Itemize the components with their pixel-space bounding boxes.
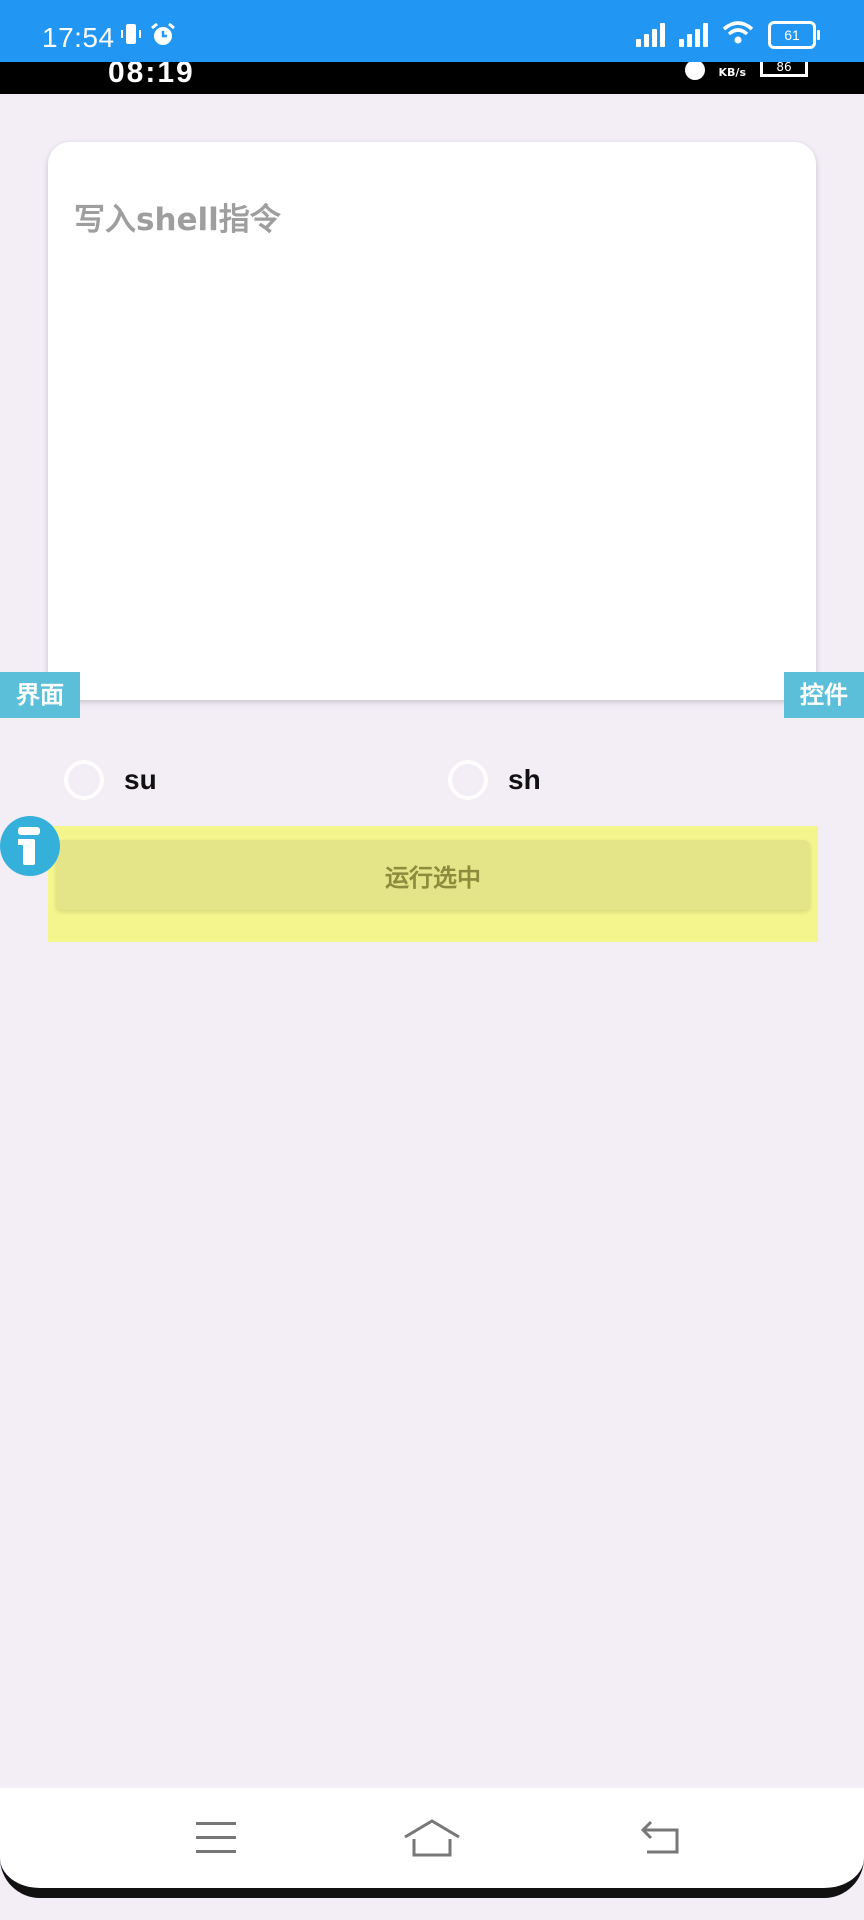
back-icon[interactable]	[630, 1810, 690, 1866]
battery-icon: 61	[768, 21, 820, 49]
radio-circle[interactable]	[64, 760, 104, 800]
run-button-highlight: 运行选中	[48, 826, 818, 942]
status-left-icons	[120, 22, 176, 52]
radio-circle[interactable]	[448, 760, 488, 800]
inner-status-time: 08:19	[108, 62, 195, 89]
radio-su[interactable]: su	[64, 760, 157, 800]
run-selected-button[interactable]: 运行选中	[56, 840, 810, 910]
status-right-icons: 61	[636, 20, 820, 50]
wifi-icon	[722, 20, 754, 50]
command-card	[48, 142, 816, 700]
inner-speed-unit: KB/s	[718, 66, 746, 79]
tab-interface[interactable]: 界面	[0, 672, 80, 718]
clock-icon	[684, 62, 705, 80]
navigation-bar	[0, 1788, 864, 1898]
home-icon[interactable]	[402, 1810, 462, 1866]
signal-icon	[636, 23, 665, 47]
shell-command-input[interactable]	[48, 142, 816, 700]
status-bar: 17:54 61	[0, 0, 864, 62]
signal-icon	[679, 23, 708, 47]
menu-icon[interactable]	[186, 1810, 246, 1866]
radio-sh[interactable]: sh	[448, 760, 541, 800]
radio-label: sh	[508, 764, 541, 795]
inner-status-bar: 08:19 KB/s 86	[0, 62, 864, 94]
inner-battery: 86	[760, 62, 808, 77]
alarm-icon	[150, 22, 176, 52]
vibrate-icon	[120, 22, 142, 52]
radio-label: su	[124, 764, 157, 795]
info-icon[interactable]	[0, 816, 60, 876]
tab-widgets[interactable]: 控件	[784, 672, 864, 718]
status-time: 17:54	[42, 22, 115, 53]
inner-status-icons: KB/s 86	[684, 62, 808, 80]
